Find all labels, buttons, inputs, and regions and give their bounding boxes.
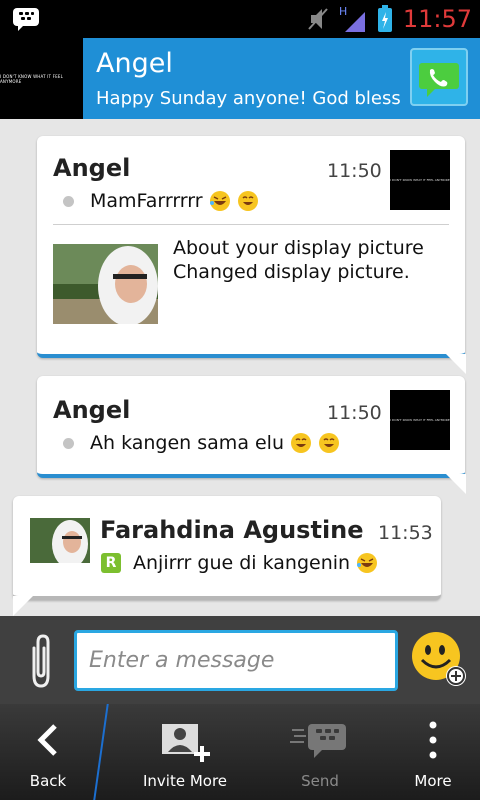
bubble-tail <box>13 596 33 616</box>
update-title: About your display picture <box>173 237 424 259</box>
composer-bar <box>0 616 480 704</box>
read-dot <box>63 437 74 449</box>
phone-icon <box>419 63 459 97</box>
more-button[interactable]: More <box>396 704 470 800</box>
back-button[interactable]: Back <box>0 704 96 800</box>
grinning-emoji <box>319 433 340 453</box>
send-button[interactable]: Send <box>270 704 370 800</box>
back-label: Back <box>29 772 67 790</box>
avatar[interactable]: I DON'T KNOW WHAT IT FEEL ANYMORE <box>0 38 83 119</box>
message-bubble[interactable]: Angel 11:50 I DON'T KNOW WHAT IT FEEL AN… <box>37 136 466 374</box>
divider <box>53 224 449 225</box>
message-text: Anjirrr gue di kangenin <box>133 552 351 574</box>
bubble-tail <box>446 354 466 374</box>
message-input[interactable] <box>74 630 398 691</box>
battery-icon <box>377 5 392 32</box>
more-icon <box>429 721 437 759</box>
emoticon-button[interactable] <box>410 630 470 690</box>
back-arrow-icon <box>37 724 57 756</box>
clock: 11:57 <box>402 5 472 33</box>
message-text: Ah kangen sama elu <box>90 432 285 454</box>
update-text: Changed display picture. <box>173 261 410 283</box>
message-text-row: R Anjirrr gue di kangenin <box>101 552 378 574</box>
send-icon <box>290 724 346 758</box>
message-bubble[interactable]: Farahdina Agustine 11:53 R Anjirrr gue d… <box>13 496 441 616</box>
laughing-emoji <box>209 191 230 211</box>
invite-more-button[interactable]: Invite More <box>130 704 240 800</box>
contact-name[interactable]: Angel <box>96 48 173 79</box>
sender-name: Angel <box>53 154 131 182</box>
status-bar: H 11:57 <box>0 0 480 38</box>
message-list[interactable]: Angel 11:50 I DON'T KNOW WHAT IT FEEL AN… <box>0 119 480 616</box>
message-time: 11:53 <box>378 522 433 544</box>
action-bar: Back Invite More Send More <box>0 704 480 800</box>
message-text-row: MamFarrrrrr <box>63 190 259 212</box>
add-contact-icon <box>162 724 210 762</box>
mute-icon <box>308 8 328 30</box>
read-dot <box>63 195 74 207</box>
bubble-tail <box>446 474 466 494</box>
invite-label: Invite More <box>142 772 228 790</box>
message-time: 11:50 <box>327 402 382 424</box>
send-label: Send <box>301 772 339 790</box>
sender-avatar[interactable]: I DON'T KNOW WHAT IT FEEL ANYMORE <box>390 150 450 210</box>
message-time: 11:50 <box>327 160 382 182</box>
message-text-row: Ah kangen sama elu <box>63 432 340 454</box>
my-avatar[interactable] <box>30 518 90 563</box>
conversation-header: I DON'T KNOW WHAT IT FEEL ANYMORE Angel … <box>0 38 480 119</box>
paperclip-icon[interactable] <box>26 632 56 690</box>
laughing-emoji <box>357 553 378 573</box>
more-label: More <box>414 772 452 790</box>
call-button[interactable] <box>410 48 468 106</box>
message-text: MamFarrrrrr <box>90 190 203 212</box>
sender-name: Farahdina Agustine <box>100 516 364 544</box>
sender-name: Angel <box>53 396 131 424</box>
avatar-text: I DON'T KNOW WHAT IT FEEL ANYMORE <box>0 73 64 84</box>
grinning-emoji <box>291 433 312 453</box>
read-receipt-badge: R <box>101 553 121 573</box>
contact-status: Happy Sunday anyone! God bless <box>96 88 401 109</box>
svg-text:H: H <box>339 5 347 18</box>
message-bubble[interactable]: Angel 11:50 I DON'T KNOW WHAT IT FEEL AN… <box>37 376 466 494</box>
sender-avatar[interactable]: I DON'T KNOW WHAT IT FEEL ANYMORE <box>390 390 450 450</box>
grinning-emoji <box>237 191 258 211</box>
signal-icon: H <box>339 5 365 32</box>
display-picture-thumbnail[interactable] <box>53 244 158 324</box>
bbm-icon <box>13 8 39 31</box>
